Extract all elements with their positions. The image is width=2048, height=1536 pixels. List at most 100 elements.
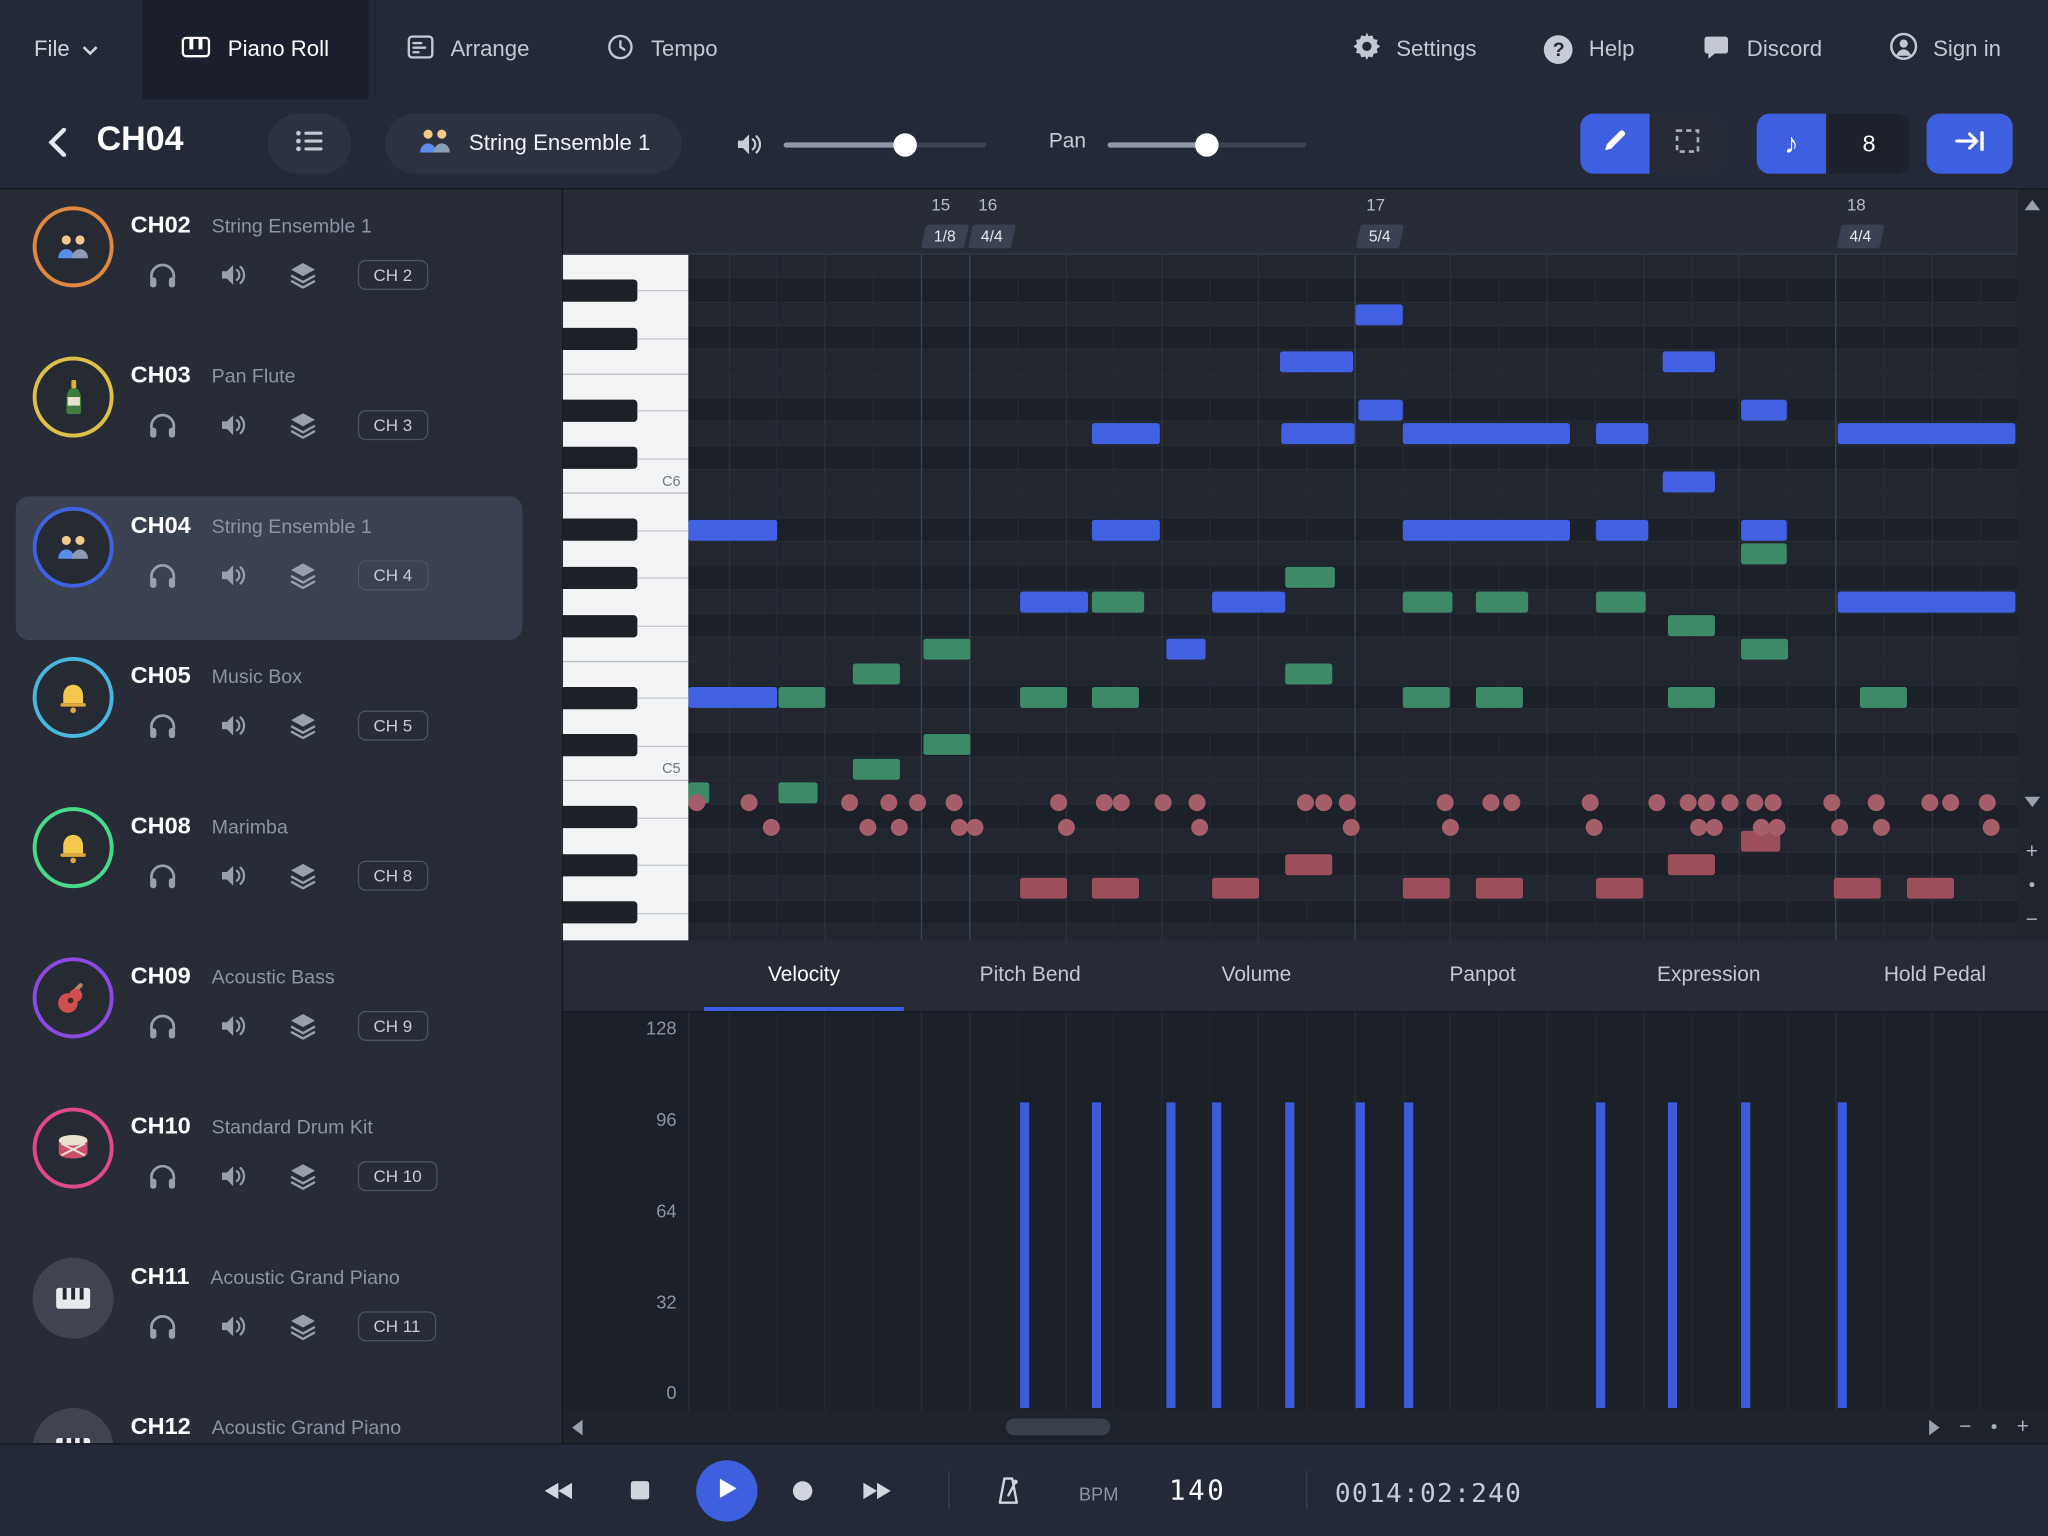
velocity-bar[interactable]: [1166, 1102, 1175, 1408]
piano-key-white[interactable]: [562, 542, 689, 566]
midi-note[interactable]: [1358, 400, 1402, 421]
piano-key-black[interactable]: [562, 734, 638, 756]
track-avatar[interactable]: [33, 357, 114, 438]
layers-icon[interactable]: [287, 559, 318, 590]
midi-note[interactable]: [1741, 519, 1787, 540]
file-menu-button[interactable]: File: [0, 0, 132, 99]
rewind-button[interactable]: [543, 1481, 573, 1501]
track-row-ch04[interactable]: CH04String Ensemble 1CH 4: [0, 496, 562, 646]
hzoom-in-button[interactable]: +: [2017, 1417, 2029, 1438]
piano-keys[interactable]: C6C5: [562, 255, 689, 941]
midi-note[interactable]: [1356, 304, 1403, 325]
velocity-bar[interactable]: [1092, 1102, 1101, 1408]
midi-note[interactable]: [1281, 424, 1354, 445]
velocity-bar[interactable]: [1020, 1102, 1029, 1408]
back-button[interactable]: [47, 128, 67, 163]
velocity-bar[interactable]: [1741, 1102, 1750, 1408]
horizontal-scrollbar[interactable]: − ● +: [562, 1411, 2048, 1444]
time-signature-badge[interactable]: 5/4: [1356, 225, 1404, 249]
headphones-icon[interactable]: [146, 859, 177, 890]
midi-note[interactable]: [1280, 352, 1353, 373]
nav-item-settings[interactable]: Settings: [1353, 33, 1476, 67]
tab-piano-roll[interactable]: Piano Roll: [143, 0, 368, 99]
piano-key-black[interactable]: [562, 399, 638, 421]
track-row-ch11[interactable]: CH11Acoustic Grand PianoCH 11: [0, 1247, 562, 1397]
track-row-ch09[interactable]: CH09Acoustic BassCH 9: [0, 947, 562, 1097]
piano-key-white[interactable]: [562, 925, 689, 941]
volume-slider[interactable]: [784, 133, 986, 157]
velocity-bar[interactable]: [1356, 1102, 1365, 1408]
midi-note[interactable]: [1166, 639, 1205, 660]
piano-key-white[interactable]: [562, 422, 689, 446]
headphones-icon[interactable]: [146, 709, 177, 740]
instrument-select-button[interactable]: String Ensemble 1: [385, 114, 681, 174]
midi-note[interactable]: [688, 687, 777, 708]
piano-key-white[interactable]: [562, 590, 689, 614]
track-avatar[interactable]: [33, 957, 114, 1038]
track-row-ch03[interactable]: CH03Pan FluteCH 3: [0, 346, 562, 496]
piano-key-white[interactable]: [562, 709, 689, 733]
piano-key-black[interactable]: [562, 447, 638, 469]
headphones-icon[interactable]: [146, 409, 177, 440]
controller-tab-hold-pedal[interactable]: Hold Pedal: [1822, 940, 2048, 1011]
controller-tab-expression[interactable]: Expression: [1596, 940, 1822, 1011]
quantize-value-button[interactable]: 8: [1829, 114, 1910, 174]
piano-key-white[interactable]: [562, 877, 689, 901]
layers-icon[interactable]: [287, 1010, 318, 1041]
midi-note[interactable]: [1092, 424, 1160, 445]
midi-note[interactable]: [1596, 519, 1648, 540]
midi-note[interactable]: [1092, 519, 1160, 540]
headphones-icon[interactable]: [146, 1010, 177, 1041]
scroll-up-button[interactable]: [2024, 200, 2040, 210]
track-list-button[interactable]: [268, 114, 352, 174]
layers-icon[interactable]: [287, 709, 318, 740]
scroll-right-button[interactable]: [1929, 1420, 1939, 1436]
layers-icon[interactable]: [287, 1310, 318, 1341]
midi-note[interactable]: [1663, 471, 1715, 492]
midi-note[interactable]: [1838, 591, 2016, 612]
time-signature-badge[interactable]: 4/4: [968, 225, 1016, 249]
midi-note[interactable]: [1741, 400, 1787, 421]
scroll-left-button[interactable]: [572, 1420, 582, 1436]
piano-key-black[interactable]: [562, 280, 638, 302]
controller-tab-volume[interactable]: Volume: [1143, 940, 1369, 1011]
controller-tab-pitch-bend[interactable]: Pitch Bend: [917, 940, 1143, 1011]
velocity-bar[interactable]: [1285, 1102, 1294, 1408]
play-button[interactable]: [696, 1460, 757, 1521]
piano-key-black[interactable]: [562, 686, 638, 708]
track-avatar[interactable]: [33, 1258, 114, 1339]
piano-key-white[interactable]: [562, 374, 689, 398]
layers-icon[interactable]: [287, 1160, 318, 1191]
zoom-out-button[interactable]: −: [2026, 910, 2038, 931]
midi-note[interactable]: [1403, 519, 1570, 540]
midi-note[interactable]: [1403, 424, 1570, 445]
piano-key-white[interactable]: [562, 494, 689, 518]
track-row-ch08[interactable]: CH08MarimbaCH 8: [0, 797, 562, 947]
tab-arrange[interactable]: Arrange: [368, 0, 568, 99]
speaker-icon[interactable]: [217, 559, 248, 590]
nav-item-sign-in[interactable]: Sign in: [1890, 33, 2001, 67]
headphones-icon[interactable]: [146, 259, 177, 290]
piano-key-white[interactable]: [562, 781, 689, 805]
selection-tool-button[interactable]: [1652, 114, 1721, 174]
tab-tempo[interactable]: Tempo: [569, 0, 757, 99]
controller-tab-panpot[interactable]: Panpot: [1369, 940, 1595, 1011]
track-row-ch12[interactable]: CH12Acoustic Grand PianoCH 12: [0, 1398, 562, 1444]
piano-key-white[interactable]: [562, 638, 689, 662]
volume-slider-thumb[interactable]: [893, 133, 917, 157]
speaker-icon[interactable]: [217, 1160, 248, 1191]
fast-forward-button[interactable]: [862, 1481, 892, 1501]
speaker-icon[interactable]: [217, 409, 248, 440]
speaker-icon[interactable]: [217, 1310, 248, 1341]
velocity-pane[interactable]: 1289664320: [562, 1012, 2048, 1410]
piano-key-white[interactable]: [562, 350, 689, 374]
time-signature-badge[interactable]: 1/8: [921, 225, 969, 249]
midi-note[interactable]: [1663, 352, 1715, 373]
piano-key-black[interactable]: [562, 567, 638, 589]
metronome-button[interactable]: [995, 1476, 1021, 1506]
headphones-icon[interactable]: [146, 559, 177, 590]
nav-item-discord[interactable]: Discord: [1702, 35, 1822, 65]
controller-tab-velocity[interactable]: Velocity: [691, 940, 917, 1011]
piano-key-black[interactable]: [562, 854, 638, 876]
track-avatar[interactable]: [33, 1108, 114, 1189]
